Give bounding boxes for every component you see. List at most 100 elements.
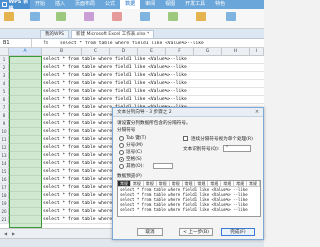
space-checkbox[interactable]	[119, 156, 124, 162]
paste-icon[interactable]	[4, 12, 14, 21]
next-sheet-icon[interactable]: ▶	[12, 231, 17, 236]
column-header[interactable]: D	[110, 48, 138, 55]
row-number[interactable]: 7	[0, 104, 9, 111]
column-header[interactable]: C	[82, 48, 110, 55]
cancel-button[interactable]: 取消	[137, 228, 163, 236]
cell-b[interactable]: select * from table where field1 like <V…	[42, 64, 187, 71]
what-if-icon[interactable]	[226, 12, 236, 21]
other-checkbox[interactable]	[119, 163, 124, 169]
option-space[interactable]: 空格(S)	[119, 156, 142, 162]
fx-label[interactable]: fx	[32, 40, 60, 46]
preview-column-header[interactable]: 常规	[170, 181, 183, 186]
row-number[interactable]: 11	[0, 136, 9, 143]
row-number[interactable]: 19	[0, 200, 9, 207]
column-header[interactable]: H	[222, 48, 250, 55]
other-delimiter-input[interactable]	[153, 163, 173, 169]
row-number[interactable]: 21	[0, 216, 9, 223]
preview-column-header[interactable]: 常规	[221, 181, 235, 186]
column-header[interactable]: B	[42, 48, 82, 55]
menu-item[interactable]: 视图	[160, 0, 180, 9]
row-number[interactable]: 16	[0, 176, 9, 183]
preview-column-header[interactable]: 常规	[247, 181, 260, 186]
preview-column-header[interactable]: 常规	[208, 181, 222, 186]
validation-icon[interactable]	[112, 12, 122, 21]
column-header[interactable]: E	[138, 48, 166, 55]
comma-checkbox[interactable]	[119, 149, 124, 155]
preview-label: 数据预览(P)	[117, 174, 142, 179]
column-header[interactable]: I	[250, 48, 264, 55]
preview-column-header[interactable]: 常规	[157, 181, 170, 186]
preview-column-header[interactable]: 常规	[144, 181, 157, 186]
menu-item[interactable]: 特色	[210, 0, 230, 9]
select-all-corner[interactable]	[0, 48, 9, 55]
cell-b[interactable]: select * from table where field1 like <V…	[42, 56, 187, 63]
row-number[interactable]: 6	[0, 96, 9, 103]
menu-item[interactable]: 开发工具	[180, 0, 210, 9]
row-number[interactable]: 9	[0, 120, 9, 127]
column-header[interactable]: F	[166, 48, 194, 55]
wps-menu-button[interactable]: WPS 表格	[0, 0, 30, 12]
data-preview[interactable]: 常规 常规 常规 常规 常规 常规 常规 常规 常规 常规 常规 select * from tab…	[117, 180, 261, 217]
row-number[interactable]: 13	[0, 152, 9, 159]
row-number[interactable]: 12	[0, 144, 9, 151]
filter-icon[interactable]	[56, 12, 66, 21]
row-number[interactable]: 17	[0, 184, 9, 191]
row-number[interactable]: 14	[0, 160, 9, 167]
consecutive-checkbox[interactable]	[183, 136, 188, 141]
dialog-title: 文本分列向导 - 3 步骤之 2 ×	[113, 108, 263, 117]
text-to-columns-icon[interactable]	[140, 12, 150, 21]
option-tab[interactable]: Tab 键(T)	[119, 135, 146, 141]
group-icon[interactable]	[168, 12, 178, 21]
row-number[interactable]: 1	[0, 56, 9, 63]
preview-column-header[interactable]: 常规	[118, 181, 131, 186]
cell-b[interactable]: select * from table where field1 like <V…	[42, 72, 187, 79]
close-icon[interactable]: ×	[253, 109, 261, 116]
cell-b[interactable]: select * from table where field1 like <V…	[42, 96, 187, 103]
cell-b[interactable]: select * from table where field1 like <V…	[42, 80, 187, 87]
preview-column-header[interactable]: 常规	[183, 181, 196, 186]
first-sheet-icon[interactable]: ◀	[4, 231, 9, 236]
menu-item[interactable]: 开始	[30, 0, 50, 9]
tab-workbook[interactable]: 新建 Microsoft Excel 工作表.xlsx *	[71, 30, 155, 38]
preview-column-header[interactable]: 常规	[131, 181, 144, 186]
row-number[interactable]: 8	[0, 112, 9, 119]
document-tabs: 我的WPS 新建 Microsoft Excel 工作表.xlsx *	[0, 29, 264, 39]
menu-item[interactable]: 数据	[120, 0, 141, 9]
consecutive-label: 连续分隔符号视为单个处理(R)	[191, 137, 253, 142]
back-button[interactable]: < 上一步(B)	[179, 228, 213, 236]
menu-item[interactable]: 公式	[100, 0, 120, 9]
option-comma[interactable]: 逗号(C)	[119, 149, 142, 155]
text-to-columns-dialog: 文本分列向导 - 3 步骤之 2 × 请设置分列数据所包含的分隔符号。 分隔符号…	[112, 107, 264, 240]
row-number[interactable]: 3	[0, 72, 9, 79]
row-number[interactable]: 2	[0, 64, 9, 71]
sort-icon[interactable]	[30, 12, 40, 21]
menu-item[interactable]: 插入	[50, 0, 70, 9]
option-other[interactable]: 其他(O):	[119, 163, 144, 169]
cell-b[interactable]: select * from table where field1 like <V…	[42, 88, 187, 95]
row-number[interactable]: 10	[0, 128, 9, 135]
qualifier-label: 文本识别符号(Q):	[183, 147, 220, 152]
subtotal-icon[interactable]	[196, 12, 206, 21]
ribbon-tabs: 开始 插入 页面布局 公式 数据 审阅 视图 开发工具 特色	[30, 0, 230, 9]
formula-input[interactable]: select * from table where field1 like <V…	[60, 41, 204, 46]
delimiter-group-label: 分隔符号	[117, 128, 136, 133]
semicolon-checkbox[interactable]	[119, 142, 124, 148]
qualifier-select[interactable]: "	[223, 145, 251, 152]
row-number[interactable]: 4	[0, 80, 9, 87]
column-header[interactable]: G	[194, 48, 222, 55]
row-number[interactable]: 5	[0, 88, 9, 95]
duplicate-icon[interactable]	[84, 12, 94, 21]
tab-checkbox[interactable]	[119, 135, 124, 141]
preview-column-header[interactable]: 常规	[234, 181, 248, 186]
menu-item[interactable]: 页面布局	[70, 0, 100, 9]
row-number[interactable]: 18	[0, 192, 9, 199]
option-semicolon[interactable]: 分号(M)	[119, 142, 143, 148]
column-header[interactable]: A	[9, 48, 42, 55]
tab-my-wps[interactable]: 我的WPS	[40, 30, 70, 38]
row-number[interactable]: 15	[0, 168, 9, 175]
name-box[interactable]: B1	[0, 38, 32, 48]
finish-button[interactable]: 完成(F)	[221, 228, 255, 236]
row-number[interactable]: 20	[0, 208, 9, 215]
menu-item[interactable]: 审阅	[140, 0, 160, 9]
preview-column-header[interactable]: 常规	[195, 181, 209, 186]
